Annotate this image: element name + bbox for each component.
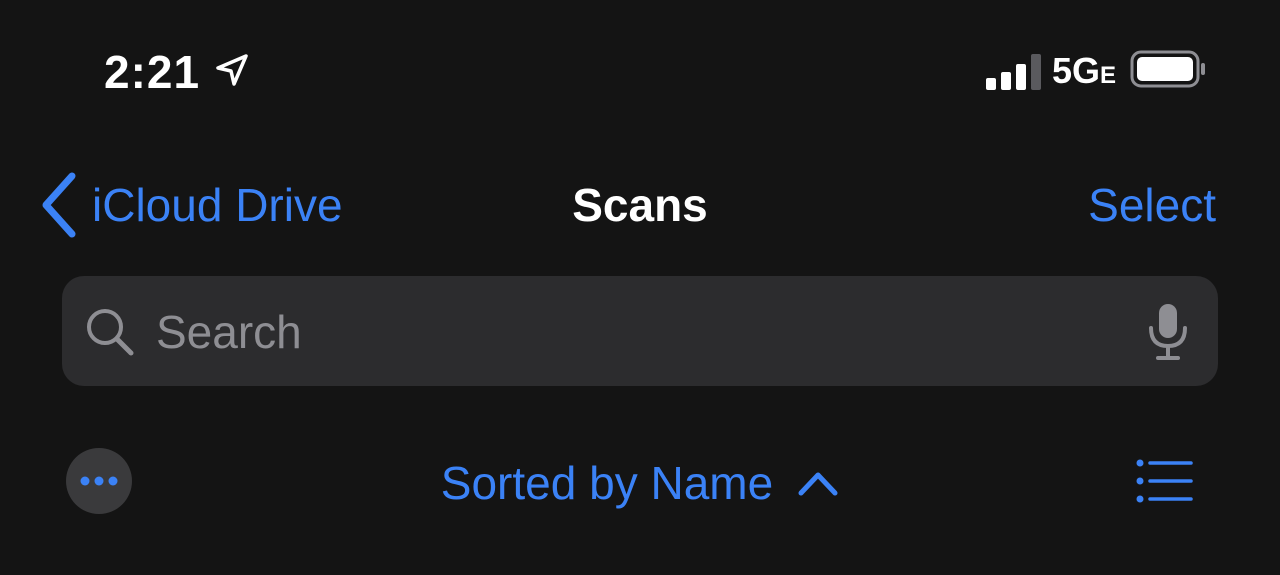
search-bar[interactable] xyxy=(62,276,1218,386)
network-suffix: E xyxy=(1100,62,1117,89)
files-app-screen: 2:21 5GE iCloud Drive Scans Select Searc… xyxy=(0,0,1280,575)
search-icon xyxy=(87,309,134,356)
network-indicator: 5GE xyxy=(1052,50,1116,97)
network-type: 5G xyxy=(1052,50,1101,91)
status-time: 2:21 xyxy=(104,46,201,98)
more-options-button[interactable] xyxy=(66,448,132,514)
select-button[interactable]: Select xyxy=(1088,170,1216,240)
search-input[interactable] xyxy=(154,298,1118,366)
cellular-signal-icon xyxy=(986,50,1048,90)
list-view-icon[interactable] xyxy=(1136,458,1194,504)
ellipsis-icon xyxy=(80,476,118,486)
battery-icon xyxy=(1130,50,1205,88)
sort-button[interactable]: Sorted by Name xyxy=(441,450,839,516)
chevron-up-icon xyxy=(798,472,838,496)
sort-label: Sorted by Name xyxy=(440,457,774,509)
microphone-icon[interactable] xyxy=(1146,302,1190,362)
sort-control: Sorted by Name xyxy=(0,450,1280,516)
location-arrow-icon xyxy=(216,54,248,86)
